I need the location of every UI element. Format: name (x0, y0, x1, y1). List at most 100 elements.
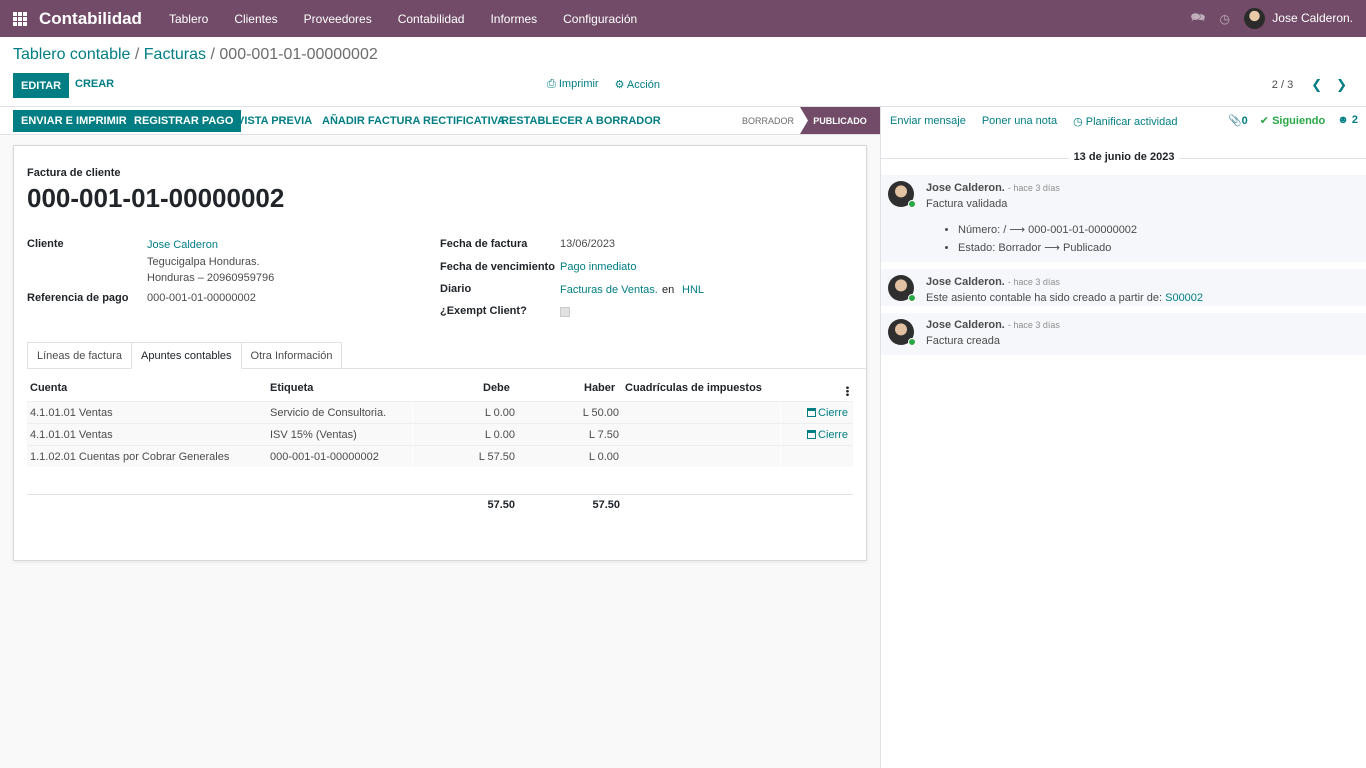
tracking-values-list: Número: / ⟶ 000-001-01-00000002 Estado: … (958, 223, 1137, 259)
chatter-message: Jose Calderon. - hace 3 días Factura vali… (881, 175, 1366, 262)
message-author: Jose Calderon. - hace 3 días (926, 319, 1060, 331)
column-header-account[interactable]: Cuenta (30, 382, 67, 394)
chevron-left-icon[interactable]: ❮ (1311, 77, 1322, 93)
tab-journal-items[interactable]: Apuntes contables (131, 342, 242, 369)
column-header-tax-grids[interactable]: Cuadrículas de impuestos (625, 382, 762, 394)
menu-item-tablero[interactable]: Tablero (156, 12, 221, 26)
action-menu[interactable]: ⚙ Acción (615, 78, 660, 91)
message-author: Jose Calderon. - hace 3 días (926, 182, 1060, 194)
column-divider (780, 402, 781, 423)
date-separator-label: 13 de junio de 2023 (1073, 151, 1175, 163)
edit-button[interactable]: EDITAR (13, 73, 70, 98)
action-label: Acción (626, 79, 660, 91)
notebook-tabs: Líneas de factura Apuntes contables Otra… (27, 342, 343, 369)
column-divider (412, 402, 413, 423)
column-header-credit[interactable]: Haber (584, 382, 615, 394)
totals-divider (27, 494, 853, 495)
apps-menu-icon[interactable] (13, 11, 27, 26)
breadcrumb-current: 000-001-01-00000002 (219, 46, 378, 63)
chatter-topbar-right: 📎0 ✔ Siguiendo ☻ 2 (1228, 114, 1358, 127)
chatter-message: Jose Calderon. - hace 3 días Este asiento… (881, 269, 1366, 306)
row-debit: L 57.50 (478, 451, 515, 463)
row-debit: L 0.00 (484, 429, 515, 441)
chat-icon[interactable]: 🗪 (1191, 8, 1206, 29)
total-debit: 57.50 (487, 499, 515, 511)
navbar-systray: 🗪 ◷ Jose Calderon. (1191, 0, 1353, 37)
breadcrumb: Tablero contable / Facturas / 000-001-01… (13, 46, 378, 64)
currency-link[interactable]: HNL (682, 284, 704, 296)
row-account: 4.1.01.01 Ventas (30, 429, 113, 441)
attachments-button[interactable]: 📎0 (1228, 114, 1248, 127)
schedule-activity-label: Planificar actividad (1085, 115, 1178, 128)
tracking-value: Estado: Borrador ⟶ Publicado (958, 241, 1137, 254)
register-payment-button[interactable]: REGISTRAR PAGO (126, 110, 242, 132)
online-status-icon (908, 294, 916, 302)
user-name: Jose Calderon. (1272, 10, 1353, 25)
chatter-panel: Enviar mensaje Poner una nota ◷ Planific… (880, 107, 1366, 768)
control-panel: Tablero contable / Facturas / 000-001-01… (0, 37, 1366, 107)
reconcile-label: Cierre (818, 407, 848, 419)
reconcile-button[interactable]: Cierre (807, 429, 848, 441)
add-credit-note-button[interactable]: AÑADIR FACTURA RECTIFICATIVA (314, 110, 513, 132)
author-name[interactable]: Jose Calderon. (926, 276, 1005, 288)
author-name[interactable]: Jose Calderon. (926, 319, 1005, 331)
journal-link[interactable]: Facturas de Ventas. (560, 284, 658, 296)
menu-item-informes[interactable]: Informes (477, 12, 550, 26)
customer-link[interactable]: Jose Calderon (147, 239, 218, 251)
top-navbar: Contabilidad Tablero Clientes Proveedore… (0, 0, 1366, 37)
tracking-value: Número: / ⟶ 000-001-01-00000002 (958, 223, 1137, 236)
printer-icon: ⎙ (547, 78, 556, 90)
customer-address-line2: Honduras – 20960959796 (147, 272, 275, 284)
reconcile-button[interactable]: Cierre (807, 407, 848, 419)
breadcrumb-separator: / (134, 46, 140, 63)
followers-button[interactable]: ☻ 2 (1337, 114, 1358, 127)
print-menu[interactable]: ⎙ Imprimir (547, 78, 599, 91)
source-document-link[interactable]: S00002 (1165, 292, 1203, 304)
preview-button[interactable]: VISTA PREVIA (229, 110, 320, 132)
column-header-debit[interactable]: Debe (483, 382, 510, 394)
chatter-topbar: Enviar mensaje Poner una nota ◷ Planific… (881, 107, 1366, 135)
optional-columns-icon[interactable] (846, 386, 849, 396)
following-button[interactable]: ✔ Siguiendo (1260, 114, 1325, 127)
exempt-client-checkbox[interactable] (560, 307, 570, 317)
schedule-activity-button[interactable]: ◷ Planificar actividad (1073, 115, 1177, 128)
table-row[interactable]: 4.1.01.01 Ventas Servicio de Consultoria… (27, 401, 853, 423)
author-name[interactable]: Jose Calderon. (926, 182, 1005, 194)
avatar (1243, 8, 1265, 29)
journal-label: Diario (440, 283, 472, 295)
send-and-print-button[interactable]: ENVIAR E IMPRIMIR (13, 110, 135, 132)
breadcrumb-tablero-contable[interactable]: Tablero contable (13, 46, 130, 63)
pager: 2 / 3 ❮ ❯ (1272, 77, 1347, 93)
stage-posted[interactable]: PUBLICADO (800, 107, 880, 134)
attachments-count: 0 (1241, 115, 1248, 127)
journal-in-text: en (662, 284, 675, 296)
menu-item-clientes[interactable]: Clientes (221, 12, 290, 26)
send-message-button[interactable]: Enviar mensaje (890, 115, 966, 127)
payment-term-link[interactable]: Pago inmediato (560, 261, 636, 273)
menu-item-configuracion[interactable]: Configuración (550, 12, 650, 26)
form-sheet: Factura de cliente 000-001-01-00000002 C… (13, 145, 867, 561)
column-divider (780, 446, 781, 467)
chevron-right-icon[interactable]: ❯ (1336, 77, 1347, 93)
print-label: Imprimir (558, 78, 599, 90)
app-name[interactable]: Contabilidad (39, 9, 142, 29)
row-label: ISV 15% (Ventas) (270, 429, 357, 441)
breadcrumb-facturas[interactable]: Facturas (144, 46, 206, 63)
create-button[interactable]: CREAR (75, 78, 114, 90)
reset-to-draft-button[interactable]: RESTABLECER A BORRADOR (493, 110, 669, 132)
tab-other-info[interactable]: Otra Información (240, 342, 343, 369)
customer-address-line1: Tegucigalpa Honduras. (147, 256, 260, 268)
menu-item-contabilidad[interactable]: Contabilidad (385, 12, 478, 26)
stage-draft[interactable]: BORRADOR (733, 107, 803, 134)
row-label: 000-001-01-00000002 (270, 451, 379, 463)
menu-item-proveedores[interactable]: Proveedores (291, 12, 385, 26)
tab-invoice-lines[interactable]: Líneas de factura (27, 342, 133, 369)
log-note-button[interactable]: Poner una nota (982, 115, 1057, 127)
message-text: Este asiento contable ha sido creado a p… (926, 292, 1163, 304)
clock-icon[interactable]: ◷ (1219, 12, 1229, 26)
table-row[interactable]: 4.1.01.01 Ventas ISV 15% (Ventas) L 0.00… (27, 423, 853, 445)
table-row[interactable]: 1.1.02.01 Cuentas por Cobrar Generales 0… (27, 445, 853, 467)
pager-value[interactable]: 2 / 3 (1272, 79, 1293, 91)
user-menu[interactable]: Jose Calderon. (1243, 8, 1353, 29)
column-header-label[interactable]: Etiqueta (270, 382, 313, 394)
